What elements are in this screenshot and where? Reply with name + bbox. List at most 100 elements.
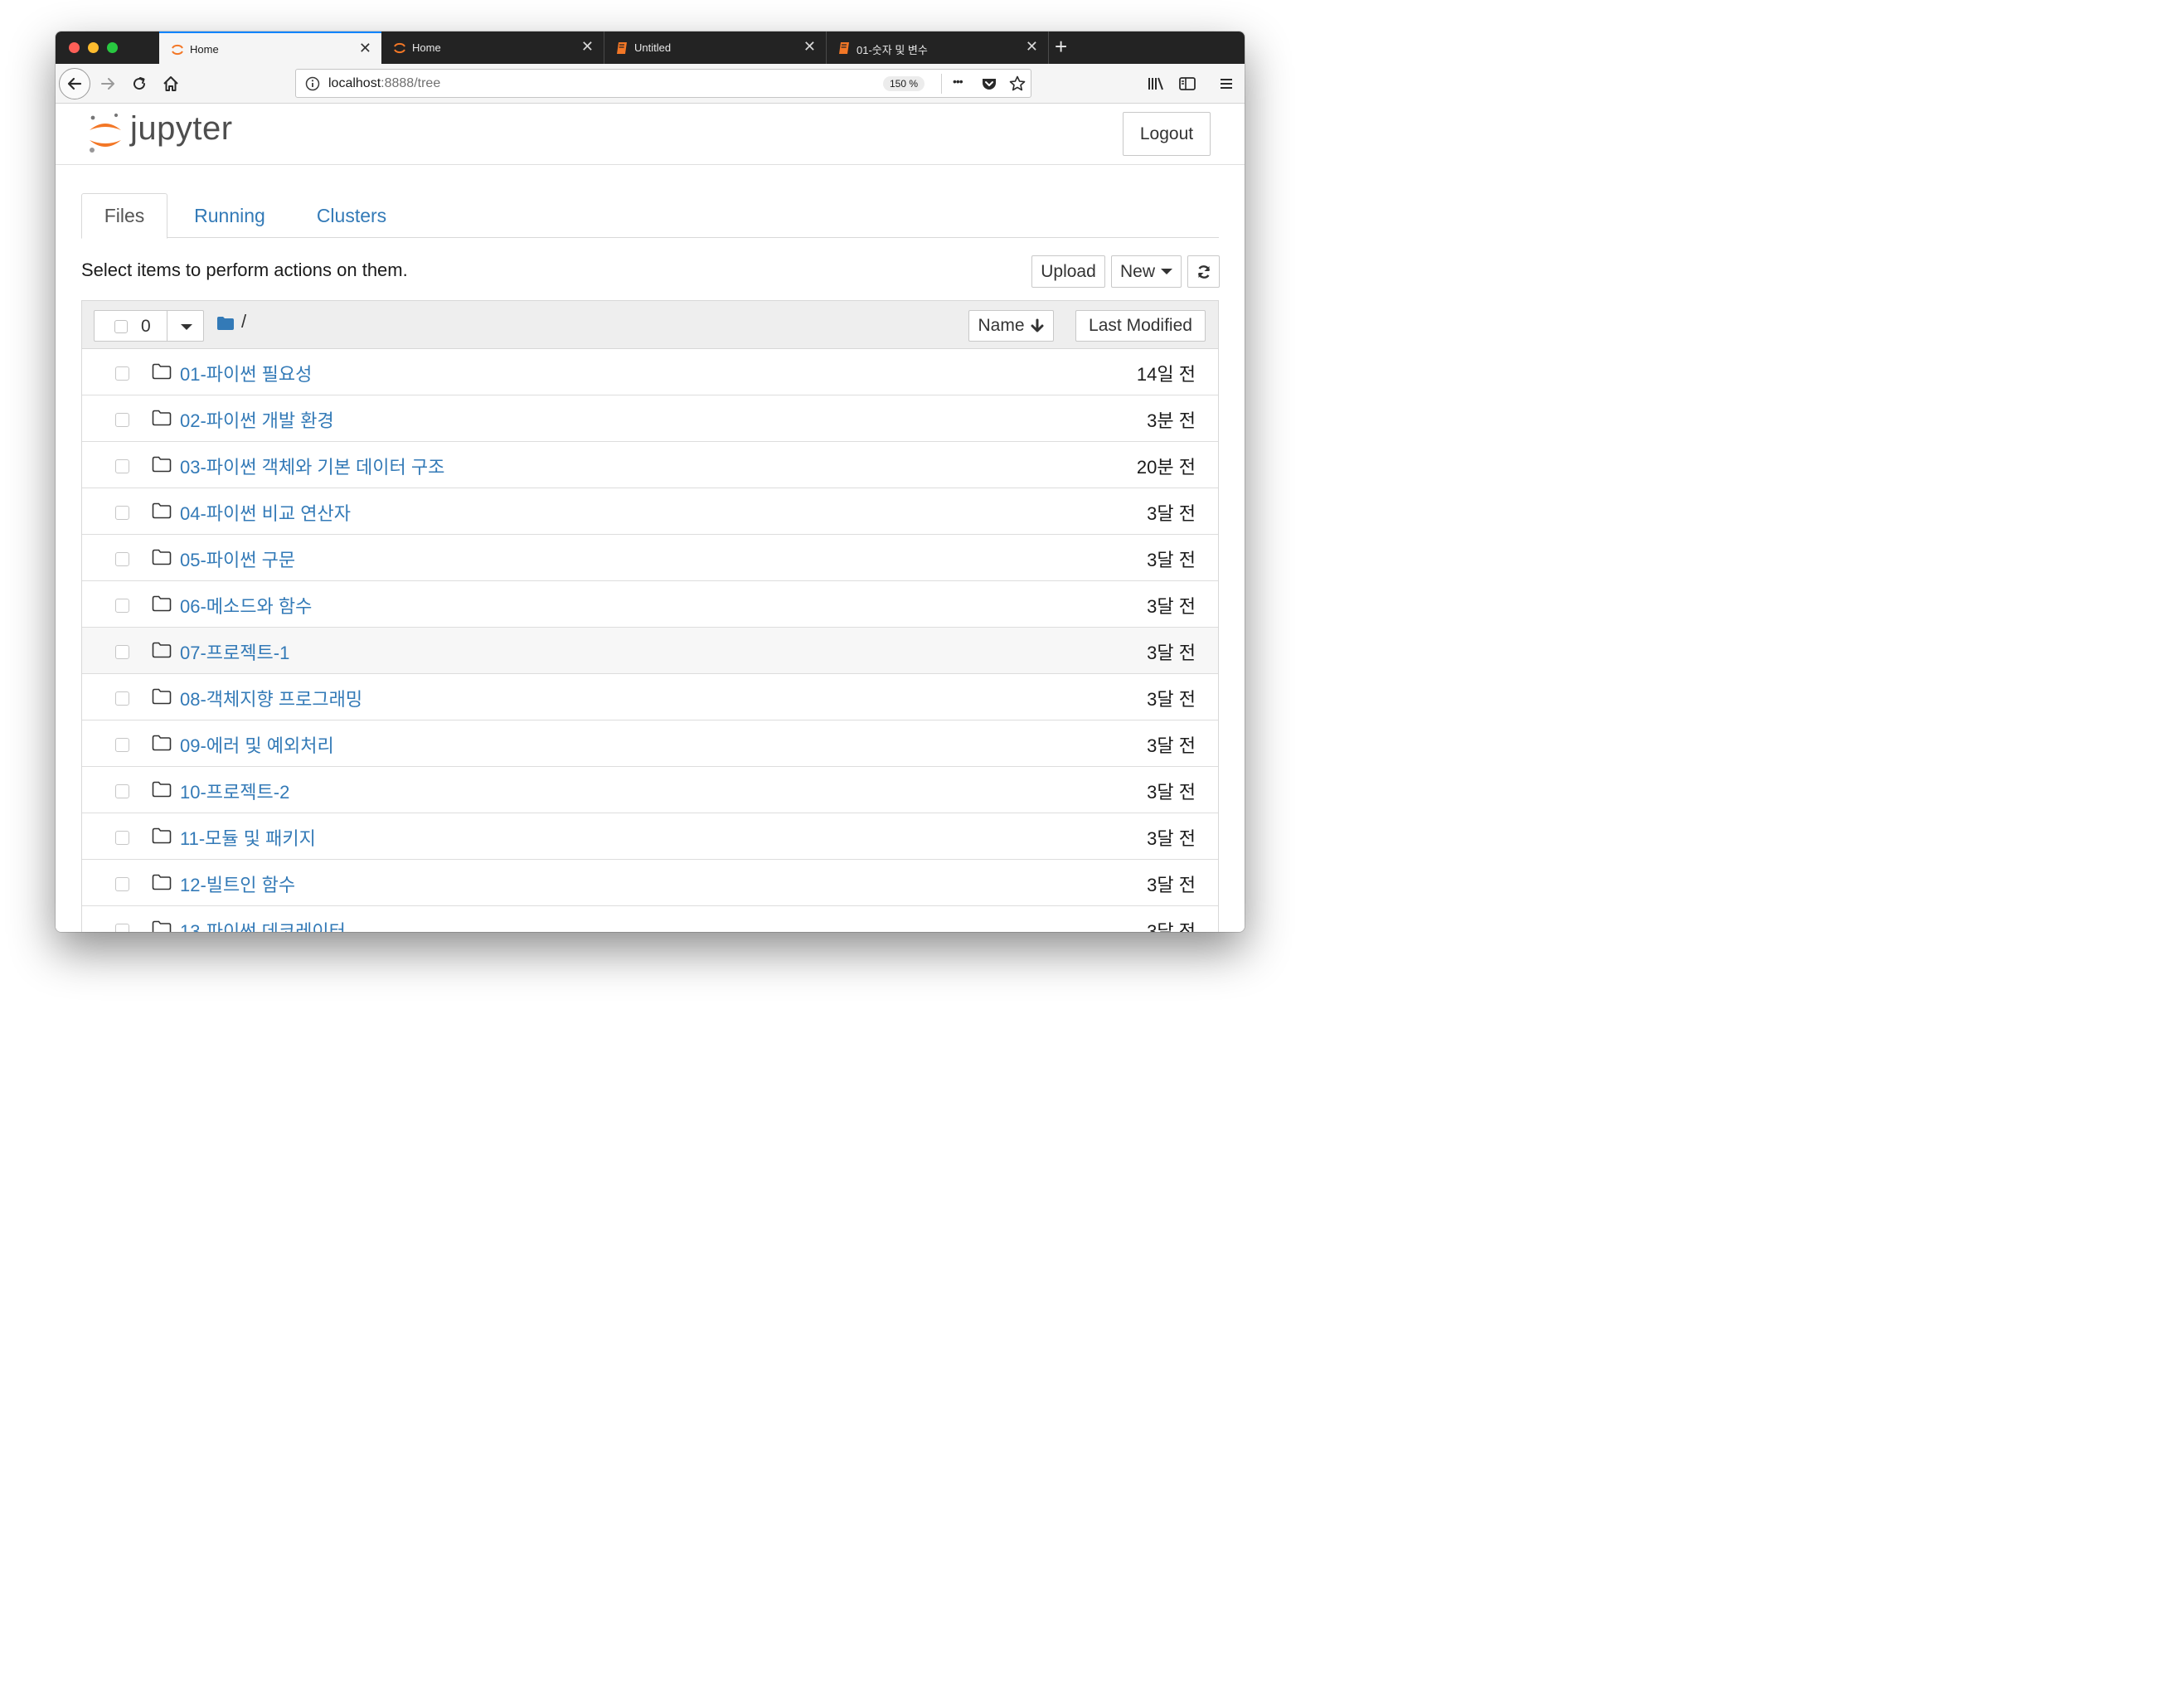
- file-name-link[interactable]: 13-파이썬 데코레이터: [180, 917, 346, 932]
- tab-close-icon[interactable]: ✕: [803, 39, 816, 54]
- file-name-link[interactable]: 07-프로젝트-1: [180, 638, 289, 665]
- row-checkbox[interactable]: [115, 784, 129, 798]
- tab-files[interactable]: Files: [81, 193, 167, 239]
- browser-window: Home ✕ Home ✕ Untitled ✕ 01-숫자 및 변수 ✕ + …: [56, 32, 1245, 932]
- file-modified: 3달 전: [1147, 596, 1196, 617]
- hamburger-menu-icon[interactable]: [1217, 75, 1235, 92]
- file-row[interactable]: 07-프로젝트-1 3달 전: [82, 628, 1218, 674]
- file-row[interactable]: 08-객체지향 프로그래밍 3달 전: [82, 674, 1218, 720]
- file-row[interactable]: 09-에러 및 예외처리 3달 전: [82, 720, 1218, 767]
- select-all-control[interactable]: 0: [94, 310, 204, 342]
- file-name-link[interactable]: 12-빌트인 함수: [180, 871, 295, 897]
- row-checkbox[interactable]: [115, 366, 129, 381]
- url-bar[interactable]: localhost:8888/tree 150 % •••: [295, 69, 1031, 98]
- maximize-window-button[interactable]: [107, 42, 118, 53]
- folder-outline-icon: [152, 781, 172, 798]
- jupyter-icon: [394, 42, 405, 54]
- file-name-link[interactable]: 01-파이썬 필요성: [180, 360, 312, 386]
- logout-button[interactable]: Logout: [1123, 112, 1211, 156]
- forward-button[interactable]: [95, 71, 120, 96]
- jupyter-logo-text[interactable]: jupyter: [130, 110, 233, 148]
- row-checkbox[interactable]: [115, 645, 129, 659]
- browser-tab-home[interactable]: Home ✕: [381, 32, 604, 64]
- file-modified: 3달 전: [1147, 643, 1196, 663]
- close-window-button[interactable]: [69, 42, 80, 53]
- file-name-link[interactable]: 06-메소드와 함수: [180, 592, 312, 619]
- file-name-link[interactable]: 03-파이썬 객체와 기본 데이터 구조: [180, 453, 444, 479]
- row-checkbox[interactable]: [115, 506, 129, 520]
- file-row[interactable]: 05-파이썬 구문 3달 전: [82, 535, 1218, 581]
- file-modified: 14일 전: [1136, 364, 1196, 385]
- info-icon[interactable]: [305, 76, 320, 91]
- jupyter-page: jupyter Logout Files Running Clusters Se…: [56, 104, 1245, 932]
- library-icon[interactable]: [1147, 75, 1165, 92]
- file-name-link[interactable]: 09-에러 및 예외처리: [180, 731, 334, 758]
- tab-clusters[interactable]: Clusters: [303, 193, 400, 238]
- zoom-level-badge[interactable]: 150 %: [883, 76, 925, 91]
- tab-title: Home: [190, 43, 219, 56]
- row-checkbox[interactable]: [115, 831, 129, 845]
- browser-tab-notebook[interactable]: 01-숫자 및 변수 ✕: [826, 32, 1048, 64]
- file-name-link[interactable]: 05-파이썬 구문: [180, 546, 295, 572]
- tab-title: 01-숫자 및 변수: [857, 44, 928, 56]
- sort-by-modified-button[interactable]: Last Modified: [1075, 310, 1206, 342]
- minimize-window-button[interactable]: [88, 42, 99, 53]
- file-row[interactable]: 10-프로젝트-2 3달 전: [82, 767, 1218, 813]
- row-checkbox[interactable]: [115, 877, 129, 891]
- new-dropdown-button[interactable]: New: [1111, 255, 1182, 288]
- page-actions-menu-icon[interactable]: •••: [953, 75, 963, 88]
- browser-tab-untitled[interactable]: Untitled ✕: [604, 32, 826, 64]
- sort-by-name-button[interactable]: Name: [968, 310, 1054, 342]
- sidebar-icon[interactable]: [1178, 75, 1196, 92]
- row-checkbox[interactable]: [115, 413, 129, 427]
- home-button[interactable]: [158, 71, 183, 96]
- bookmark-star-icon[interactable]: [1008, 75, 1026, 93]
- file-row[interactable]: 06-메소드와 함수 3달 전: [82, 581, 1218, 628]
- file-row[interactable]: 13-파이썬 데코레이터 3달 전: [82, 906, 1218, 932]
- tab-close-icon[interactable]: ✕: [1026, 39, 1038, 54]
- back-button[interactable]: [59, 68, 90, 99]
- file-row[interactable]: 02-파이썬 개발 환경 3분 전: [82, 395, 1218, 442]
- file-name-link[interactable]: 02-파이썬 개발 환경: [180, 406, 334, 433]
- notebook-icon: [617, 42, 627, 54]
- pocket-icon[interactable]: [981, 75, 997, 92]
- tab-strip: Home ✕ Home ✕ Untitled ✕ 01-숫자 및 변수 ✕ +: [56, 32, 1245, 64]
- file-list: 0 / Name Last Modified 01-파이썬 필요성 14일 전 …: [81, 300, 1219, 932]
- file-row[interactable]: 01-파이썬 필요성 14일 전: [82, 349, 1218, 395]
- select-all-checkbox[interactable]: [114, 320, 128, 333]
- new-tab-button[interactable]: +: [1055, 36, 1067, 57]
- row-checkbox[interactable]: [115, 691, 129, 706]
- upload-button[interactable]: Upload: [1031, 255, 1105, 288]
- file-name-link[interactable]: 08-객체지향 프로그래밍: [180, 685, 362, 711]
- jupyter-logo-icon[interactable]: [85, 112, 125, 155]
- row-checkbox[interactable]: [115, 459, 129, 473]
- tab-close-icon[interactable]: ✕: [359, 41, 371, 56]
- tab-running[interactable]: Running: [180, 193, 279, 238]
- row-checkbox[interactable]: [115, 599, 129, 613]
- file-row[interactable]: 11-모듈 및 패키지 3달 전: [82, 813, 1218, 860]
- file-modified: 3달 전: [1147, 875, 1196, 895]
- row-checkbox[interactable]: [115, 552, 129, 566]
- refresh-icon: [1197, 264, 1210, 279]
- folder-outline-icon: [152, 502, 172, 519]
- file-row[interactable]: 03-파이썬 객체와 기본 데이터 구조 20분 전: [82, 442, 1218, 488]
- refresh-button[interactable]: [1187, 255, 1220, 288]
- file-name-link[interactable]: 04-파이썬 비교 연산자: [180, 499, 351, 526]
- row-checkbox[interactable]: [115, 738, 129, 752]
- caret-down-icon[interactable]: [181, 324, 192, 330]
- browser-tab-home-active[interactable]: Home ✕: [159, 32, 381, 64]
- file-modified: 3달 전: [1147, 689, 1196, 710]
- file-modified: 3분 전: [1147, 410, 1196, 431]
- reload-button[interactable]: [127, 71, 152, 96]
- url-text[interactable]: localhost:8888/tree: [328, 76, 440, 91]
- file-name-link[interactable]: 11-모듈 및 패키지: [180, 824, 316, 851]
- tab-close-icon[interactable]: ✕: [581, 39, 594, 54]
- breadcrumb-root[interactable]: /: [241, 311, 246, 332]
- file-name-link[interactable]: 10-프로젝트-2: [180, 778, 289, 804]
- url-divider: [941, 74, 942, 94]
- folder-icon[interactable]: [216, 316, 235, 331]
- row-checkbox[interactable]: [115, 924, 129, 932]
- file-row[interactable]: 04-파이썬 비교 연산자 3달 전: [82, 488, 1218, 535]
- jupyter-header: jupyter Logout: [56, 104, 1245, 165]
- file-row[interactable]: 12-빌트인 함수 3달 전: [82, 860, 1218, 906]
